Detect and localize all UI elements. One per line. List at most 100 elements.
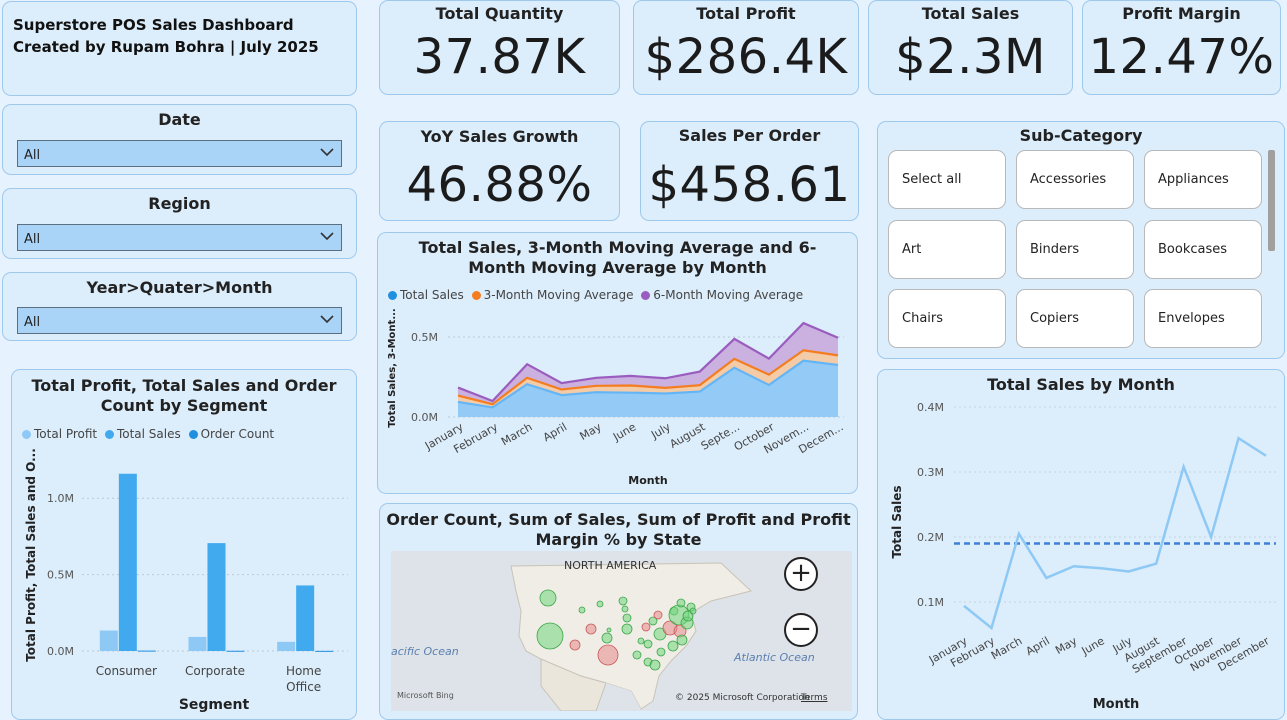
slicer-title: Date	[158, 110, 201, 129]
chart-title: Order Count, Sum of Sales, Sum of Profit…	[386, 510, 851, 549]
kpi-total-quantity[interactable]: Total Quantity 37.87K	[379, 0, 620, 95]
map-copyright: © 2025 Microsoft Corporation	[675, 693, 810, 703]
chevron-down-icon	[320, 148, 334, 157]
tile-art[interactable]: Art	[888, 220, 1006, 279]
tile-copiers[interactable]: Copiers	[1016, 289, 1134, 348]
state-bubble	[606, 627, 612, 633]
bar	[315, 650, 334, 652]
zoom-out-button[interactable]: −	[784, 613, 818, 647]
moving-average-chart-card[interactable]: Total Sales, 3-Month Moving Average and …	[377, 232, 858, 494]
x-tick-label: April	[1024, 634, 1052, 658]
state-bubble	[536, 622, 564, 650]
y-tick-label: 0.4M	[917, 401, 944, 414]
kpi-profit-margin[interactable]: Profit Margin 12.47%	[1082, 0, 1281, 95]
x-tick-label: May	[577, 420, 604, 443]
monthly-sales-line-chart: 0.1M0.2M0.3M0.4MJanuaryFebruaryMarch Apri…	[890, 401, 1276, 712]
x-tick-label: March	[499, 420, 535, 448]
tile-select-all[interactable]: Select all	[888, 150, 1006, 209]
kpi-total-profit[interactable]: Total Profit $286.4K	[633, 0, 859, 95]
kpi-label: Total Quantity	[435, 4, 564, 23]
x-axis-title: Month	[1093, 697, 1140, 712]
region-label: NORTH AMERICA	[564, 559, 657, 572]
kpi-total-sales[interactable]: Total Sales $2.3M	[868, 0, 1073, 95]
state-bubble	[676, 598, 686, 608]
period-dropdown[interactable]: All	[17, 307, 342, 334]
kpi-label: YoY Sales Growth	[420, 127, 579, 146]
us-map	[510, 562, 753, 711]
x-tick-label: June	[610, 420, 638, 444]
scrollbar-thumb[interactable]	[1268, 150, 1275, 251]
kpi-value: $286.4K	[644, 29, 848, 85]
state-bubble	[618, 596, 628, 606]
atlantic-label: Atlantic Ocean	[734, 651, 815, 664]
y-tick-label: 0.0M	[411, 411, 438, 424]
moving-average-area-chart: 0.0M0.5MJanuaryFebruaryMarch April May June…	[387, 308, 846, 487]
y-tick-label: 0.2M	[917, 531, 944, 544]
kpi-label: Sales Per Order	[678, 126, 821, 145]
state-bubble	[637, 637, 645, 645]
x-tick-label: Office	[286, 680, 321, 694]
tile-chairs[interactable]: Chairs	[888, 289, 1006, 348]
state-bubble	[621, 605, 629, 613]
monthly-sales-chart-card[interactable]: Total Sales by Month 0.1M 0.2M 0.3M 0.4M Jan…	[877, 369, 1285, 720]
kpi-value: 46.88%	[406, 157, 593, 213]
tile-accessories[interactable]: Accessories	[1016, 150, 1134, 209]
tile-binders[interactable]: Binders	[1016, 220, 1134, 279]
x-tick-label: May	[1053, 634, 1080, 657]
dropdown-value: All	[24, 232, 41, 247]
bar	[207, 543, 226, 651]
state-bubble	[689, 607, 697, 615]
state-bubble	[578, 606, 586, 614]
y-tick-label: 0.1M	[917, 596, 944, 609]
tile-bookcases[interactable]: Bookcases	[1144, 220, 1262, 279]
kpi-value: $2.3M	[895, 29, 1046, 85]
slicer-title: Year>Quater>Month	[86, 278, 273, 297]
state-bubble	[632, 650, 642, 660]
period-slicer: Year>Quater>Month All	[2, 272, 357, 341]
dashboard-subtitle: Created by Rupam Bohra | July 2025	[13, 38, 319, 56]
x-tick-label: Home	[286, 664, 321, 678]
header-card: Superstore POS Sales Dashboard Created b…	[2, 1, 357, 96]
state-bubble	[653, 610, 663, 620]
tile-envelopes[interactable]: Envelopes	[1144, 289, 1262, 348]
state-map-card[interactable]: Order Count, Sum of Sales, Sum of Profit…	[379, 503, 858, 720]
state-bubble	[596, 600, 604, 608]
x-axis-title: Month	[628, 474, 667, 487]
y-tick-label: 0.5M	[47, 569, 74, 582]
y-axis-title: Total Profit, Total Sales and O...	[24, 448, 38, 662]
dashboard-title: Superstore POS Sales Dashboard Created b…	[13, 16, 319, 56]
kpi-yoy-sales-growth[interactable]: YoY Sales Growth 46.88%	[379, 121, 620, 221]
state-bubble	[597, 644, 619, 666]
state-bubble	[656, 647, 666, 657]
segment-chart-card[interactable]: Total Profit, Total Sales and Order Coun…	[11, 369, 357, 720]
dropdown-value: All	[24, 315, 41, 330]
bar	[188, 636, 207, 651]
kpi-label: Total Profit	[696, 4, 796, 23]
state-bubble	[649, 659, 661, 671]
pacific-label: acific Ocean	[391, 645, 459, 658]
bar	[226, 650, 245, 652]
x-tick-label: Corporate	[185, 664, 245, 678]
bar	[137, 650, 156, 652]
series-line	[963, 436, 1267, 631]
chevron-down-icon	[320, 315, 334, 324]
slicer-title: Region	[148, 194, 211, 213]
kpi-sales-per-order[interactable]: Sales Per Order $458.61	[640, 121, 859, 221]
segment-bar-chart: 0.0M 0.5M 1.0M Consumer Corporate Home Office S…	[24, 448, 348, 713]
tile-appliances[interactable]: Appliances	[1144, 150, 1262, 209]
kpi-label: Profit Margin	[1122, 4, 1241, 23]
bar	[296, 585, 315, 651]
date-dropdown[interactable]: All	[17, 140, 342, 167]
state-bubble	[621, 623, 633, 635]
x-tick-label: Consumer	[96, 664, 157, 678]
y-tick-label: 0.3M	[917, 466, 944, 479]
bing-map[interactable]: NORTH AMERICA acific Ocean Atlantic Ocea…	[391, 551, 852, 711]
x-tick-label: June	[1079, 634, 1107, 658]
y-tick-label: 0.5M	[411, 331, 438, 344]
zoom-in-button[interactable]: +	[784, 557, 818, 591]
x-axis-title: Segment	[179, 697, 250, 713]
bar	[99, 630, 118, 651]
y-axis-title: Total Sales, 3-Mont...	[387, 308, 398, 427]
region-dropdown[interactable]: All	[17, 224, 342, 251]
terms-link[interactable]: Terms	[801, 693, 828, 703]
